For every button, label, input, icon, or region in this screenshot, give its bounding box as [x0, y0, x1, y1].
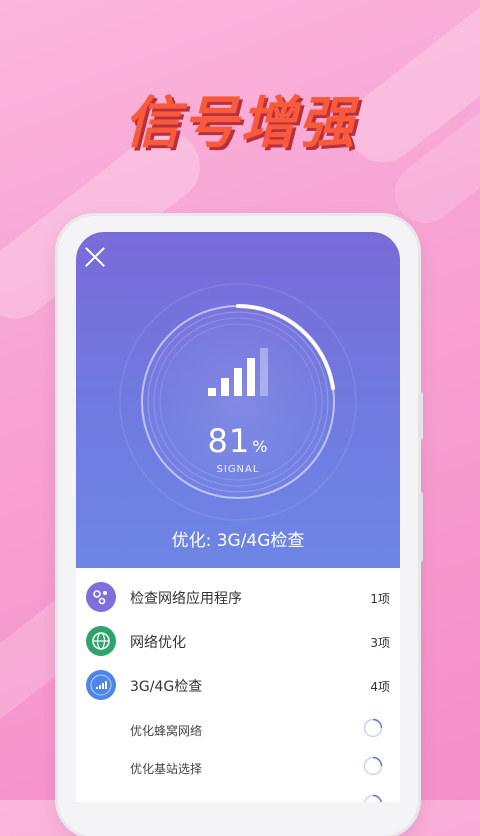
optimization-status: 优化: 3G/4G检查 [171, 531, 305, 551]
list-item-network-apps: 检查网络应用程序 1项 [76, 582, 400, 626]
promo-headline: 信号增强 [124, 91, 356, 156]
list-item-network-optimize: 网络优化 3项 [76, 626, 400, 670]
list-item-label: 检查网络应用程序 [130, 591, 242, 607]
signal-panel: 81% SIGNAL 优化: 3G/4G检查 [76, 232, 400, 568]
list-item-label: 3G/4G检查 [130, 679, 203, 695]
signal-label: SIGNAL [216, 464, 260, 475]
loading-spinner-icon [363, 794, 383, 802]
subitem-label: 优化基站选择 [130, 762, 203, 776]
list-item-3g4g-check: 3G/4G检查 4项 [76, 670, 400, 714]
network-apps-icon [86, 582, 116, 612]
loading-spinner-icon [363, 718, 383, 738]
signal-gauge [119, 283, 357, 521]
app-screen: 81% SIGNAL 优化: 3G/4G检查 检查网络应用程序 1项 网络优化 … [76, 232, 400, 802]
phone-volume-button [418, 392, 423, 440]
globe-icon [86, 626, 116, 656]
phone-power-button [418, 492, 423, 562]
signal-percentage: 81% [207, 422, 269, 460]
loading-spinner-icon [363, 756, 383, 776]
signal-icon [86, 670, 116, 700]
close-icon[interactable] [84, 246, 106, 268]
list-item-count: 1项 [370, 592, 390, 606]
subitem-label: 优化蜂窝网络 [130, 724, 203, 738]
list-item-count: 4项 [370, 680, 390, 694]
list-item-count: 3项 [370, 636, 390, 650]
list-item-label: 网络优化 [130, 635, 186, 651]
subitem-base-station: 优化基站选择 [76, 756, 400, 800]
